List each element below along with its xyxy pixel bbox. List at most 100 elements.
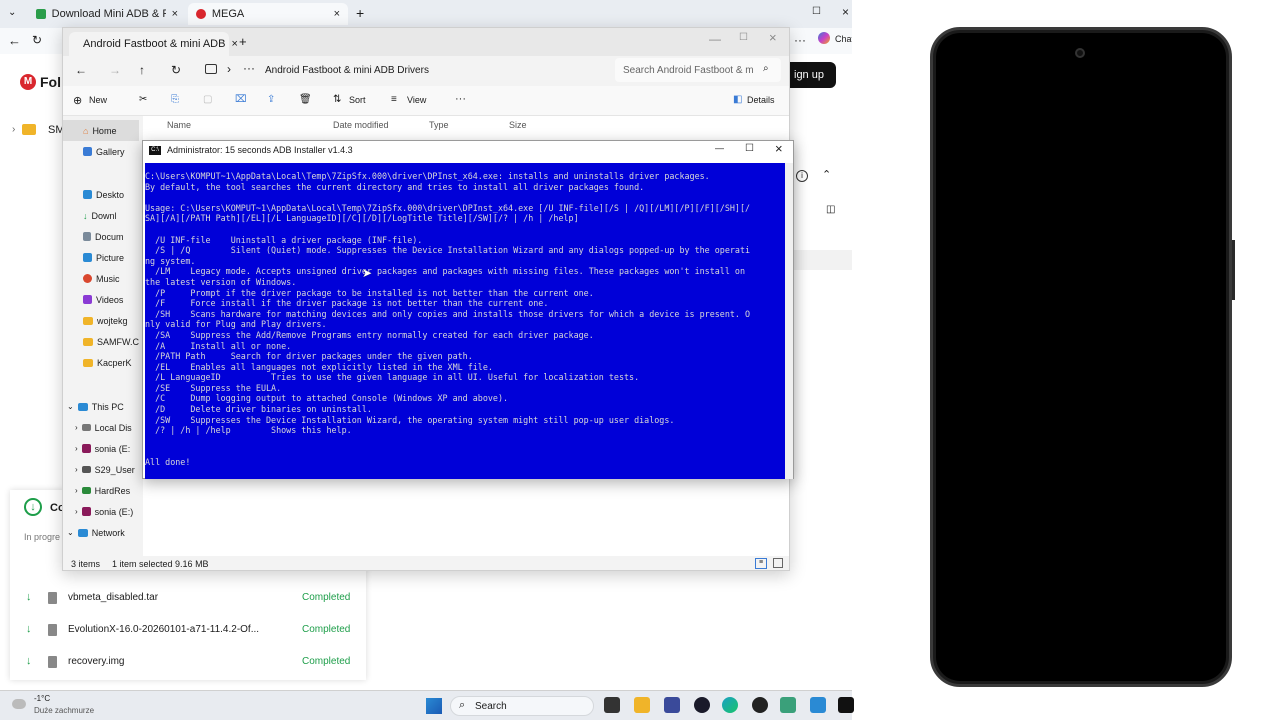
refresh-icon[interactable]: ↻ — [32, 33, 42, 47]
search-box[interactable]: Search Android Fastboot & mini ⌕ — [615, 58, 781, 82]
close-icon[interactable]: × — [172, 8, 178, 20]
download-status: Completed — [302, 624, 351, 635]
mega-row[interactable] — [790, 250, 852, 270]
paste-icon[interactable]: ▢ — [203, 94, 212, 105]
delete-icon[interactable]: 🗑 — [299, 94, 312, 105]
sidebar-item-home[interactable]: ⌂ Home — [63, 120, 139, 141]
sidebar-item-desktop[interactable]: Deskto — [63, 184, 139, 205]
column-header-type[interactable]: Type — [429, 120, 449, 130]
windows-start-icon[interactable] — [426, 698, 442, 714]
drive-icon — [81, 424, 91, 431]
copilot-icon[interactable] — [818, 32, 830, 44]
sidebar-item-folder[interactable]: SAMFW.C — [63, 331, 139, 352]
close-icon[interactable]: × — [231, 38, 237, 50]
sidebar-label: Network — [91, 527, 125, 538]
console-output[interactable]: C:\Users\KOMPUT~1\AppData\Local\Temp\7Zi… — [145, 163, 785, 479]
sidebar-item-documents[interactable]: Docum — [63, 226, 139, 247]
search-icon[interactable]: ⌕ — [763, 63, 769, 74]
sidebar-item-this-pc[interactable]: ⌄ This PC — [63, 396, 139, 417]
close-window-icon[interactable]: × — [775, 141, 783, 156]
column-header-name[interactable]: Name — [167, 120, 191, 130]
cut-icon[interactable]: ✂ — [139, 94, 147, 105]
close-window-icon[interactable]: × — [842, 5, 849, 19]
collapse-icon[interactable]: ⌃ — [822, 168, 831, 181]
chevron-right-icon[interactable]: › — [12, 124, 15, 135]
tab-mega[interactable]: MEGA × — [188, 3, 348, 25]
view-button[interactable]: View — [407, 95, 426, 105]
details-button[interactable]: Details — [747, 95, 775, 105]
desktop-icon — [83, 190, 92, 199]
back-icon[interactable]: ← — [75, 63, 87, 77]
app-icon[interactable] — [694, 697, 710, 713]
explorer-tab[interactable]: Android Fastboot & mini ADB × — [69, 32, 238, 56]
console-scrollbar[interactable] — [785, 163, 793, 479]
sidebar-item-folder[interactable]: wojtekg — [63, 310, 139, 331]
monitor-icon[interactable] — [205, 64, 217, 74]
details-icon[interactable]: ◧ — [733, 94, 742, 105]
save-app-icon[interactable] — [664, 697, 680, 713]
app-notify-icon[interactable] — [752, 697, 768, 713]
sidebar-item-gallery[interactable]: Gallery — [63, 141, 139, 162]
taskbar-search[interactable]: ⌕ Search — [450, 696, 594, 716]
sidebar-item-drive[interactable]: › sonia (E:) — [63, 501, 139, 522]
sidebar-item-drive[interactable]: › S29_User — [63, 459, 139, 480]
refresh-icon[interactable]: ↻ — [171, 63, 181, 77]
more-icon[interactable]: ··· — [794, 33, 806, 47]
sidebar-item-folder[interactable]: KacperK — [63, 352, 139, 373]
close-icon[interactable]: × — [334, 8, 340, 20]
search-input[interactable]: Search Android Fastboot & mini — [623, 65, 753, 76]
edge-icon[interactable] — [722, 697, 738, 713]
sidebar-item-drive[interactable]: › Local Dis — [63, 417, 139, 438]
weather-desc[interactable]: Duże zachmurze — [34, 706, 94, 715]
download-item[interactable]: ↓ vbmeta_disabled.tar Completed — [10, 583, 366, 615]
more-icon[interactable]: ··· — [243, 61, 255, 75]
sidebar-item-pictures[interactable]: Picture — [63, 247, 139, 268]
view-icon[interactable]: ≡ — [391, 94, 397, 105]
console-line: C:\Users\KOMPUT~1\AppData\Local\Temp\7Zi… — [145, 171, 710, 181]
terminal-icon[interactable] — [838, 697, 854, 713]
minimize-icon[interactable]: — — [709, 32, 721, 46]
tab-list-chevron-icon[interactable]: ⌄ — [8, 7, 16, 18]
grid-view-icon[interactable]: ◫ — [826, 204, 835, 215]
up-icon[interactable]: ↑ — [139, 63, 145, 77]
new-tab-button[interactable]: + — [356, 5, 364, 21]
share-icon[interactable]: ⇪ — [267, 94, 275, 105]
maximize-icon[interactable]: ☐ — [812, 6, 821, 17]
sort-icon[interactable]: ⇅ — [333, 94, 341, 105]
tiles-view-icon[interactable] — [773, 558, 783, 568]
forward-icon[interactable]: → — [109, 63, 121, 77]
column-header-size[interactable]: Size — [509, 120, 527, 130]
rename-icon[interactable]: ⌧ — [235, 94, 247, 105]
info-icon[interactable]: i — [796, 170, 808, 182]
download-item[interactable]: ↓ EvolutionX-16.0-20260101-a71-11.4.2-Of… — [10, 615, 366, 647]
sidebar-item-videos[interactable]: Videos — [63, 289, 139, 310]
task-view-icon[interactable] — [604, 697, 620, 713]
back-icon[interactable]: ← — [8, 33, 21, 48]
details-view-icon[interactable]: ≡ — [755, 558, 767, 569]
tab-download-adb[interactable]: Download Mini ADB & Fastboot w × — [28, 3, 186, 25]
close-window-icon[interactable]: × — [769, 30, 777, 45]
app-window-icon[interactable] — [810, 697, 826, 713]
sidebar-item-downloads[interactable]: ↓ Downl — [63, 205, 139, 226]
sort-button[interactable]: Sort — [349, 95, 366, 105]
download-item[interactable]: ↓ recovery.img Completed — [10, 647, 366, 679]
new-tab-icon[interactable]: + — [239, 34, 247, 49]
maximize-icon[interactable]: ☐ — [739, 32, 748, 43]
more-options-button[interactable]: ··· — [455, 93, 466, 105]
breadcrumb[interactable]: Android Fastboot & mini ADB Drivers — [265, 65, 429, 76]
maximize-icon[interactable]: ☐ — [745, 143, 754, 154]
copy-icon[interactable]: ⎘ — [171, 94, 179, 105]
sidebar-item-music[interactable]: Music — [63, 268, 139, 289]
column-header-date[interactable]: Date modified — [333, 120, 389, 130]
file-explorer-icon[interactable] — [634, 697, 650, 713]
sidebar-item-drive[interactable]: › HardRes — [63, 480, 139, 501]
new-icon[interactable]: ⊕ — [73, 94, 82, 107]
new-button[interactable]: New — [89, 95, 107, 105]
weather-temp[interactable]: -1°C — [34, 694, 50, 703]
calculator-icon[interactable] — [780, 697, 796, 713]
selection-info: 1 item selected 9.16 MB — [112, 559, 209, 569]
sidebar-item-network[interactable]: ⌄ Network — [63, 522, 139, 543]
minimize-icon[interactable]: — — [715, 143, 724, 153]
sign-up-button[interactable]: ign up — [782, 62, 836, 88]
sidebar-item-drive[interactable]: › sonia (E: — [63, 438, 139, 459]
